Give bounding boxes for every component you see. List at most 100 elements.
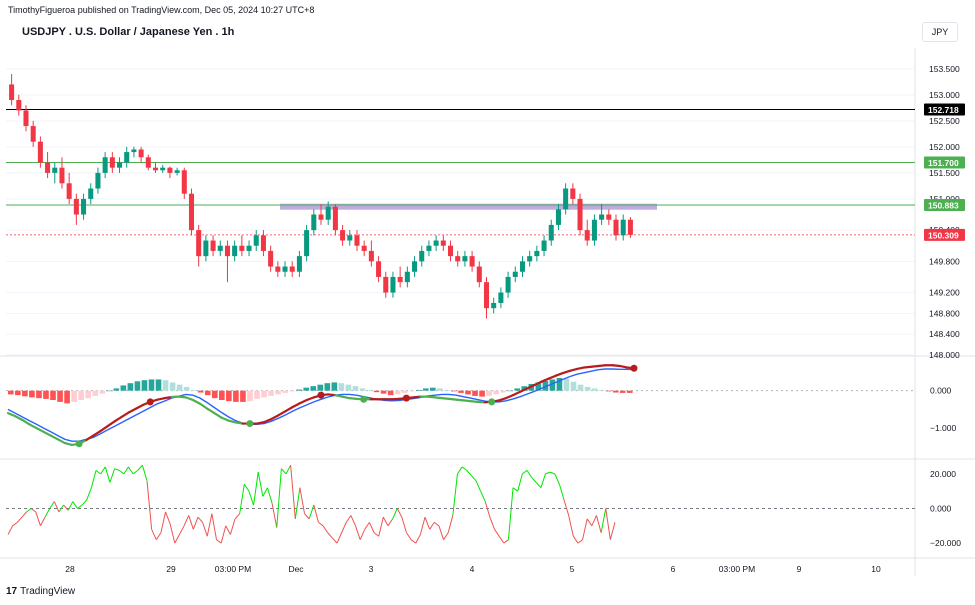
macd-histogram-bar xyxy=(92,390,99,396)
macd-signal-segment xyxy=(305,396,315,402)
macd-signal-segment xyxy=(227,419,237,424)
macd-histogram-bar xyxy=(479,390,485,397)
candle-body xyxy=(253,235,259,246)
macd-signal-segment xyxy=(191,398,202,405)
macd-signal-segment xyxy=(568,367,579,372)
candle-body xyxy=(275,266,281,272)
osc-line-segment xyxy=(568,515,574,537)
time-axis-label: 29 xyxy=(166,564,176,574)
macd-histogram-bar xyxy=(43,390,49,399)
osc-line-segment xyxy=(540,473,546,488)
osc-line-segment xyxy=(373,532,379,537)
osc-line-segment xyxy=(364,522,370,530)
tradingview-logo-glyph: 17 xyxy=(6,586,18,597)
candle-body xyxy=(541,240,547,251)
candle-body xyxy=(260,235,266,251)
osc-line-segment xyxy=(401,517,407,533)
candle-body xyxy=(109,157,115,168)
candle-body xyxy=(397,276,403,283)
macd-signal-segment xyxy=(519,387,529,393)
candle-body xyxy=(404,271,410,283)
candle-body xyxy=(591,219,597,241)
macd-signal-segment xyxy=(511,390,522,397)
osc-line-segment xyxy=(202,522,208,537)
macd-histogram-bar xyxy=(493,390,499,395)
macd-histogram-bar xyxy=(591,388,598,391)
price-tick-label: 148.800 xyxy=(929,308,960,318)
macd-histogram-bar xyxy=(303,387,310,391)
osc-line-segment xyxy=(104,466,111,483)
macd-histogram-bar xyxy=(380,390,387,394)
osc-line-segment xyxy=(100,466,106,475)
osc-line-segment xyxy=(392,508,398,520)
candle-body xyxy=(627,219,633,235)
osc-line-segment xyxy=(447,515,454,533)
osc-line-segment xyxy=(517,473,523,492)
osc-line-segment xyxy=(522,469,528,475)
macd-histogram-bar xyxy=(176,384,183,391)
tradingview-logo[interactable]: 17 TradingView xyxy=(6,586,75,597)
macd-signal-segment xyxy=(184,396,195,402)
price-tick-label: 149.800 xyxy=(929,256,960,266)
macd-histogram-bar xyxy=(486,390,492,396)
osc-line-segment xyxy=(118,469,125,475)
macd-signal-segment xyxy=(213,412,223,419)
candle-body xyxy=(512,271,518,277)
macd-histogram-bar xyxy=(352,386,359,391)
macd-histogram-bar xyxy=(134,381,141,391)
candle-body xyxy=(88,188,94,199)
macd-cross-marker-up xyxy=(246,420,254,428)
candle-body xyxy=(354,235,360,246)
macd-histogram-bar xyxy=(401,390,408,393)
macd-signal-segment xyxy=(6,412,17,418)
macd-histogram-bar xyxy=(619,390,626,393)
osc-line-segment xyxy=(503,539,509,544)
macd-histogram-bar xyxy=(8,390,14,395)
candle-body xyxy=(45,162,51,173)
price-tick-label: 148.400 xyxy=(929,329,960,339)
macd-histogram-bar xyxy=(310,386,317,391)
macd-histogram-bar xyxy=(211,390,218,399)
macd-histogram-bar xyxy=(162,380,169,391)
level-tag-label: 150.883 xyxy=(928,200,959,210)
osc-line-segment xyxy=(285,464,292,475)
chart-canvas[interactable]: 153.500153.000152.500152.000151.500151.0… xyxy=(0,0,975,605)
osc-line-segment xyxy=(262,487,268,497)
candle-body xyxy=(224,245,230,257)
macd-histogram-bar xyxy=(563,378,570,391)
osc-line-segment xyxy=(507,487,514,540)
macd-cross-marker-up xyxy=(75,440,83,448)
osc-line-segment xyxy=(7,525,14,535)
osc-line-segment xyxy=(429,522,435,530)
osc-line-segment xyxy=(466,470,472,476)
candle-body xyxy=(145,157,151,168)
osc-line-segment xyxy=(549,471,555,475)
macd-histogram-bar xyxy=(127,383,134,391)
osc-line-segment xyxy=(160,511,167,533)
candle-body xyxy=(160,167,166,171)
macd-signal-segment xyxy=(49,434,59,441)
osc-line-segment xyxy=(271,503,278,528)
macd-histogram-bar xyxy=(507,390,514,392)
macd-signal-segment xyxy=(35,426,45,433)
osc-line-segment xyxy=(327,532,333,539)
osc-line-segment xyxy=(253,472,259,506)
macd-histogram-bar xyxy=(331,382,338,391)
price-tick-label: 152.000 xyxy=(929,142,960,152)
candle-body xyxy=(340,230,346,241)
macd-histogram-bar xyxy=(387,390,394,396)
candle-body xyxy=(37,141,43,163)
candle-body xyxy=(239,245,245,251)
macd-histogram-bar xyxy=(50,390,56,401)
candle-body xyxy=(498,292,504,303)
candle-body xyxy=(138,149,144,158)
candle-body xyxy=(570,188,576,199)
osc-line-segment xyxy=(415,534,421,544)
macd-histogram-bar xyxy=(394,390,401,395)
candle-body xyxy=(527,256,533,262)
macd-signal-segment xyxy=(497,397,508,402)
osc-line-segment xyxy=(605,508,611,540)
osc-line-segment xyxy=(609,522,616,540)
macd-histogram-bar xyxy=(514,388,521,391)
candle-body xyxy=(188,193,195,231)
